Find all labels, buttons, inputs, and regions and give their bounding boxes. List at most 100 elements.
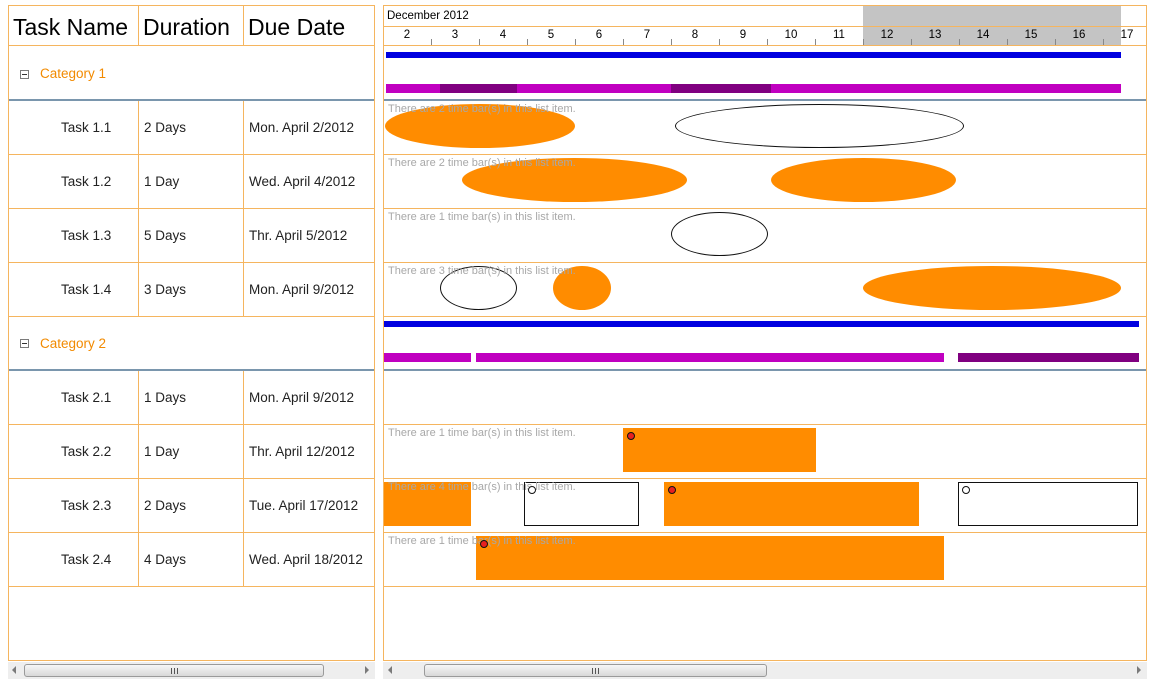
category-summary-bar[interactable] <box>386 52 1121 58</box>
column-header-task-name[interactable]: Task Name <box>9 6 128 46</box>
day-label: 10 <box>784 29 798 41</box>
scrollbar-thumb[interactable] <box>424 664 767 677</box>
column-header-due-date[interactable]: Due Date <box>244 6 345 46</box>
day-label: 7 <box>643 29 651 41</box>
due-date-cell: Tue. April 17/2012 <box>249 498 359 513</box>
day-label: 17 <box>1120 29 1134 41</box>
category-label: Category 1 <box>40 65 107 81</box>
table-row[interactable]: Task 2.2 1 Day Thr. April 12/2012 <box>9 425 374 479</box>
column-divider <box>243 101 244 155</box>
milestone-dot-icon <box>480 540 488 548</box>
table-row[interactable]: Task 2.1 1 Days Mon. April 9/2012 <box>9 371 374 425</box>
task-grid: Task Name Duration Due Date Category 1 T… <box>8 5 375 661</box>
category-progress-segment[interactable] <box>440 84 517 93</box>
scroll-right-arrow-icon[interactable] <box>365 666 369 674</box>
gantt-row: There are 1 time bar(s) in this list ite… <box>384 533 1146 587</box>
day-tick <box>863 39 864 45</box>
day-label: 3 <box>451 29 459 41</box>
time-bar[interactable] <box>623 428 816 472</box>
table-row[interactable]: Task 2.3 2 Days Tue. April 17/2012 <box>9 479 374 533</box>
table-row[interactable]: Task 1.2 1 Day Wed. April 4/2012 <box>9 155 374 209</box>
time-bar[interactable] <box>671 212 768 256</box>
chart-horizontal-scrollbar[interactable] <box>383 662 1147 679</box>
collapse-toggle-icon[interactable] <box>20 339 29 348</box>
day-label: 15 <box>1024 29 1038 41</box>
collapse-toggle-icon[interactable] <box>20 70 29 79</box>
category-row-2[interactable]: Category 2 <box>9 317 374 371</box>
scroll-left-arrow-icon[interactable] <box>388 666 392 674</box>
day-tick <box>671 39 672 45</box>
column-header-duration[interactable]: Duration <box>139 6 230 46</box>
column-divider <box>138 263 139 317</box>
day-tick <box>1103 39 1104 45</box>
grid-horizontal-scrollbar[interactable] <box>8 662 375 679</box>
time-bar[interactable] <box>771 158 956 202</box>
time-bar[interactable] <box>863 266 1121 310</box>
due-date-cell: Mon. April 9/2012 <box>249 390 355 405</box>
task-name-cell: Task 2.1 <box>61 390 112 405</box>
timeline-divider <box>384 26 1146 27</box>
category-row-1[interactable]: Category 1 <box>9 47 374 101</box>
due-date-cell: Mon. April 9/2012 <box>249 282 355 297</box>
day-tick <box>479 39 480 45</box>
milestone-dot-icon <box>962 486 970 494</box>
column-divider[interactable] <box>138 6 139 46</box>
scroll-right-arrow-icon[interactable] <box>1137 666 1141 674</box>
duration-cell: 3 Days <box>144 282 187 297</box>
duration-cell: 1 Days <box>144 390 187 405</box>
gantt-row: There are 3 time bar(s) in this list ite… <box>384 263 1146 317</box>
day-label: 11 <box>833 29 845 41</box>
scrollbar-thumb[interactable] <box>24 664 324 677</box>
gantt-chart: December 2012 2 3 4 5 6 7 8 9 10 11 12 1… <box>383 5 1147 661</box>
gantt-row: There are 4 time bar(s) in this list ite… <box>384 479 1146 533</box>
table-row[interactable]: Task 1.3 5 Days Thr. April 5/2012 <box>9 209 374 263</box>
task-name-cell: Task 2.2 <box>61 444 112 459</box>
day-tick <box>575 39 576 45</box>
table-row[interactable]: Task 1.4 3 Days Mon. April 9/2012 <box>9 263 374 317</box>
time-bar-count-note: There are 3 time bar(s) in this list ite… <box>388 265 576 277</box>
category-summary-bar[interactable] <box>384 321 1139 327</box>
category-label: Category 2 <box>40 335 107 351</box>
day-label: 16 <box>1072 29 1086 41</box>
table-row[interactable]: Task 1.1 2 Days Mon. April 2/2012 <box>9 101 374 155</box>
category-progress-segment[interactable] <box>671 84 771 93</box>
gantt-row: There are 2 time bar(s) in this list ite… <box>384 101 1146 155</box>
table-row[interactable]: Task 2.4 4 Days Wed. April 18/2012 <box>9 533 374 587</box>
time-bar[interactable] <box>675 104 964 148</box>
column-divider[interactable] <box>243 6 244 46</box>
day-label: 2 <box>403 29 411 41</box>
task-name-cell: Task 1.4 <box>61 282 112 297</box>
duration-cell: 2 Days <box>144 498 187 513</box>
column-divider <box>138 155 139 209</box>
day-label: 8 <box>691 29 699 41</box>
time-bar[interactable] <box>664 482 919 526</box>
task-name-cell: Task 2.4 <box>61 552 112 567</box>
milestone-dot-icon <box>668 486 676 494</box>
due-date-cell: Mon. April 2/2012 <box>249 120 355 135</box>
day-tick <box>527 39 528 45</box>
grip-icon <box>595 668 596 674</box>
timeline-header: December 2012 2 3 4 5 6 7 8 9 10 11 12 1… <box>384 6 1146 46</box>
time-bar-count-note: There are 2 time bar(s) in this list ite… <box>388 103 576 115</box>
day-tick <box>1007 39 1008 45</box>
task-name-cell: Task 2.3 <box>61 498 112 513</box>
milestone-dot-icon <box>627 432 635 440</box>
column-divider <box>138 101 139 155</box>
month-label: December 2012 <box>387 10 469 22</box>
category-progress-segment[interactable] <box>958 353 1139 362</box>
category-progress-bar[interactable] <box>476 353 944 362</box>
column-divider <box>243 533 244 587</box>
day-tick <box>1055 39 1056 45</box>
column-divider <box>243 479 244 533</box>
column-divider <box>138 209 139 263</box>
time-bar[interactable] <box>958 482 1138 526</box>
category-summary-row-1 <box>384 47 1146 101</box>
column-divider <box>138 371 139 425</box>
day-label: 13 <box>928 29 942 41</box>
day-tick <box>767 39 768 45</box>
category-progress-bar[interactable] <box>384 353 471 362</box>
scroll-left-arrow-icon[interactable] <box>12 666 16 674</box>
time-bar-count-note: There are 1 time bar(s) in this list ite… <box>388 211 576 223</box>
column-divider <box>243 155 244 209</box>
grip-icon <box>598 668 599 674</box>
